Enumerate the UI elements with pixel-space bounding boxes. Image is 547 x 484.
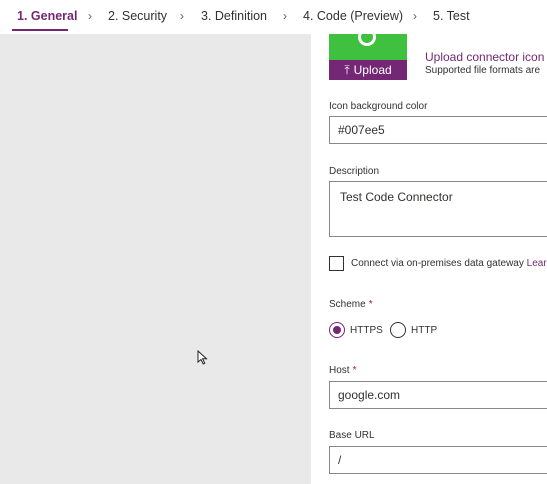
scheme-label: Scheme * [329,299,373,310]
host-input[interactable] [329,381,547,409]
chevron-right-icon: › [88,9,92,23]
chevron-right-icon: › [283,9,287,23]
upload-arrow-icon: ⤒ [344,63,350,77]
required-asterisk: * [368,299,373,310]
required-asterisk: * [352,365,357,376]
gateway-label: Connect via on-premises data gateway Lea… [351,258,547,269]
active-step-indicator [12,29,68,31]
upload-connector-icon-link[interactable]: Upload connector icon [425,50,544,64]
description-textarea[interactable]: Test Code Connector [329,181,547,237]
chevron-right-icon: › [413,9,417,23]
base-url-input[interactable] [329,446,547,474]
tab-code-preview[interactable]: 4. Code (Preview) [303,9,403,23]
chevron-right-icon: › [180,9,184,23]
supported-formats-note: Supported file formats are [425,65,541,76]
host-label: Host * [329,365,357,376]
connector-icon-preview [329,34,407,60]
tab-general[interactable]: 1. General [17,9,77,23]
description-label: Description [329,166,380,177]
radio-https[interactable] [329,322,345,338]
radio-http[interactable] [390,322,406,338]
icon-bg-color-label: Icon background color [329,101,428,112]
learn-more-link[interactable]: Learn m [527,258,547,269]
base-url-label: Base URL [329,430,375,441]
icon-bg-color-input[interactable] [329,116,547,144]
mouse-pointer-icon [197,350,208,365]
upload-button[interactable]: ⤒ Upload [329,60,407,80]
radio-https-label: HTTPS [350,325,383,336]
radio-http-label: HTTP [411,325,438,336]
left-panel [0,34,311,484]
upload-button-label: Upload [353,63,392,77]
gateway-checkbox[interactable] [329,256,344,271]
connector-glyph-icon [358,34,376,46]
wizard-step-bar: 1. General › 2. Security › 3. Definition… [0,0,547,34]
tab-definition[interactable]: 3. Definition [201,9,267,23]
tab-test[interactable]: 5. Test [433,9,470,23]
tab-security[interactable]: 2. Security [108,9,167,23]
